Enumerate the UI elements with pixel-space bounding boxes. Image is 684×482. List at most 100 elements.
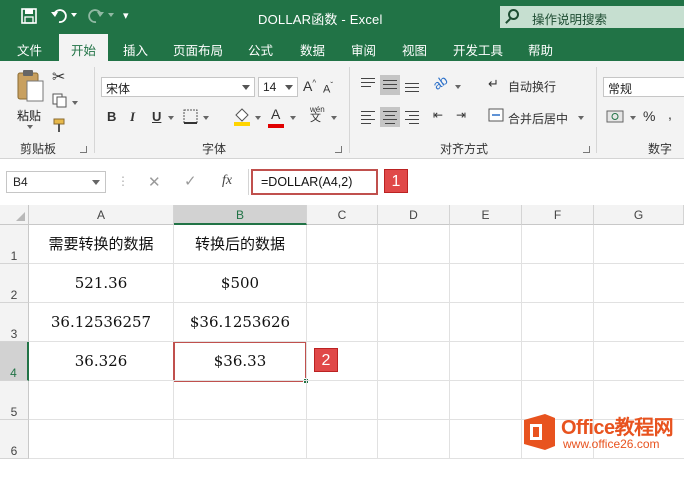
column-header-d[interactable]: D	[378, 205, 450, 225]
merge-dropdown-icon[interactable]	[578, 116, 584, 120]
fill-color-dropdown-icon[interactable]	[255, 116, 261, 120]
comma-style-icon[interactable]: ,	[668, 106, 672, 122]
bottom-align-icon[interactable]	[402, 75, 422, 95]
column-header-e[interactable]: E	[450, 205, 522, 225]
search-icon	[508, 9, 519, 20]
formula-input[interactable]: =DOLLAR(A4,2)	[251, 169, 378, 195]
accounting-format-icon[interactable]	[606, 108, 626, 127]
align-right-icon[interactable]	[402, 107, 422, 127]
separator	[349, 67, 350, 153]
phonetic-dropdown-icon[interactable]	[331, 116, 337, 120]
percent-button[interactable]: %	[643, 108, 655, 124]
borders-dropdown-icon[interactable]	[203, 116, 209, 120]
tab-data[interactable]: 数据	[300, 40, 325, 59]
increase-font-icon[interactable]: A^	[303, 78, 316, 94]
insert-function-icon[interactable]: fx	[222, 173, 232, 189]
name-box-value: B4	[13, 175, 28, 189]
column-header-g[interactable]: G	[594, 205, 684, 225]
top-align-icon[interactable]	[358, 75, 378, 95]
row-header-3[interactable]: 3	[0, 303, 29, 342]
italic-button[interactable]: I	[130, 109, 135, 125]
column-header-c[interactable]: C	[307, 205, 378, 225]
font-color-dropdown-icon[interactable]	[290, 116, 296, 120]
row-header-4[interactable]: 4	[0, 342, 29, 381]
bold-button[interactable]: B	[107, 109, 116, 124]
redo-icon[interactable]	[87, 7, 105, 28]
borders-icon[interactable]	[183, 109, 198, 127]
cell-a2[interactable]: 521.36	[29, 264, 174, 303]
underline-button[interactable]: U	[152, 109, 161, 124]
cut-icon[interactable]: ✂	[52, 67, 65, 87]
more-options-icon: ⋮	[117, 174, 129, 188]
row-header-2[interactable]: 2	[0, 264, 29, 303]
tab-formulas[interactable]: 公式	[248, 40, 273, 59]
customize-toolbar-icon[interactable]: ▾	[123, 9, 129, 22]
watermark-url: www.office26.com	[563, 437, 660, 451]
column-header-b[interactable]: B	[174, 205, 307, 225]
tab-insert[interactable]: 插入	[123, 40, 148, 59]
wrap-text-label[interactable]: 自动换行	[508, 78, 556, 95]
cell-b3[interactable]: $36.1253626	[174, 303, 307, 342]
alignment-dialog-launcher[interactable]	[583, 146, 590, 153]
merge-center-icon[interactable]	[488, 108, 504, 125]
tell-me-search[interactable]: 操作说明搜索	[500, 6, 684, 28]
cell-a3[interactable]: 36.12536257	[29, 303, 174, 342]
cancel-icon[interactable]: ✕	[148, 173, 161, 191]
formula-bar: B4 ⋮ ✕ ✓ fx =DOLLAR(A4,2) 1	[0, 159, 684, 205]
format-painter-icon[interactable]	[53, 117, 69, 136]
row-header-5[interactable]: 5	[0, 381, 29, 420]
wrap-text-icon[interactable]: ↵	[488, 76, 499, 92]
cell-a4[interactable]: 36.326	[29, 342, 174, 381]
cell-a1[interactable]: 需要转换的数据	[29, 225, 174, 264]
column-header-f[interactable]: F	[522, 205, 594, 225]
font-size-select[interactable]: 14	[258, 77, 298, 97]
callout-badge-1: 1	[384, 169, 408, 193]
copy-icon[interactable]	[52, 93, 68, 112]
save-icon[interactable]	[21, 8, 37, 27]
align-left-icon[interactable]	[358, 107, 378, 127]
cell-b2[interactable]: $500	[174, 264, 307, 303]
font-name-select[interactable]: 宋体	[101, 77, 255, 97]
merge-center-label[interactable]: 合并后居中	[508, 110, 568, 127]
name-box[interactable]: B4	[6, 171, 106, 193]
select-all-button[interactable]	[0, 205, 29, 225]
orientation-icon[interactable]: ab	[430, 72, 450, 93]
number-format-select[interactable]: 常规	[603, 77, 684, 97]
row-header-6[interactable]: 6	[0, 420, 29, 459]
orientation-dropdown-icon[interactable]	[455, 85, 461, 89]
align-center-icon[interactable]	[380, 107, 400, 127]
cell-b4-active[interactable]: $36.33	[173, 341, 307, 382]
column-header-a[interactable]: A	[29, 205, 174, 225]
middle-align-icon[interactable]	[380, 75, 400, 95]
paste-button[interactable]: 粘贴	[12, 69, 48, 129]
enter-icon[interactable]: ✓	[184, 172, 197, 190]
increase-indent-icon[interactable]: ⇥	[456, 108, 466, 122]
chevron-down-icon	[92, 180, 100, 185]
tab-page-layout[interactable]: 页面布局	[173, 40, 223, 59]
copy-dropdown-icon[interactable]	[72, 101, 78, 105]
fill-color-icon[interactable]	[233, 107, 251, 130]
tab-home[interactable]: 开始	[59, 34, 109, 61]
title-bar: ▾ DOLLAR函数 - Excel 操作说明搜索	[0, 0, 684, 34]
font-name-value: 宋体	[106, 82, 131, 96]
row-header-1[interactable]: 1	[0, 225, 29, 264]
tab-help[interactable]: 帮助	[528, 40, 553, 59]
font-dialog-launcher[interactable]	[335, 146, 342, 153]
tab-developer[interactable]: 开发工具	[453, 40, 503, 59]
decrease-indent-icon[interactable]: ⇤	[433, 108, 443, 122]
phonetic-guide-icon[interactable]: wén 文	[310, 105, 325, 124]
tab-file[interactable]: 文件	[17, 40, 42, 59]
undo-icon[interactable]	[50, 7, 68, 28]
paste-icon	[17, 70, 44, 102]
tab-review[interactable]: 审阅	[351, 40, 376, 59]
chevron-down-icon	[285, 85, 293, 90]
tab-view[interactable]: 视图	[402, 40, 427, 59]
watermark-logo: Office教程网 www.office26.com	[519, 407, 684, 459]
chevron-down-icon	[242, 85, 250, 90]
number-group-label: 数字	[648, 142, 673, 156]
underline-dropdown-icon[interactable]	[168, 116, 174, 120]
cell-b1[interactable]: 转换后的数据	[174, 225, 307, 264]
decrease-font-icon[interactable]: Aˇ	[323, 81, 333, 96]
accounting-dropdown-icon[interactable]	[630, 116, 636, 120]
clipboard-dialog-launcher[interactable]	[80, 146, 87, 153]
